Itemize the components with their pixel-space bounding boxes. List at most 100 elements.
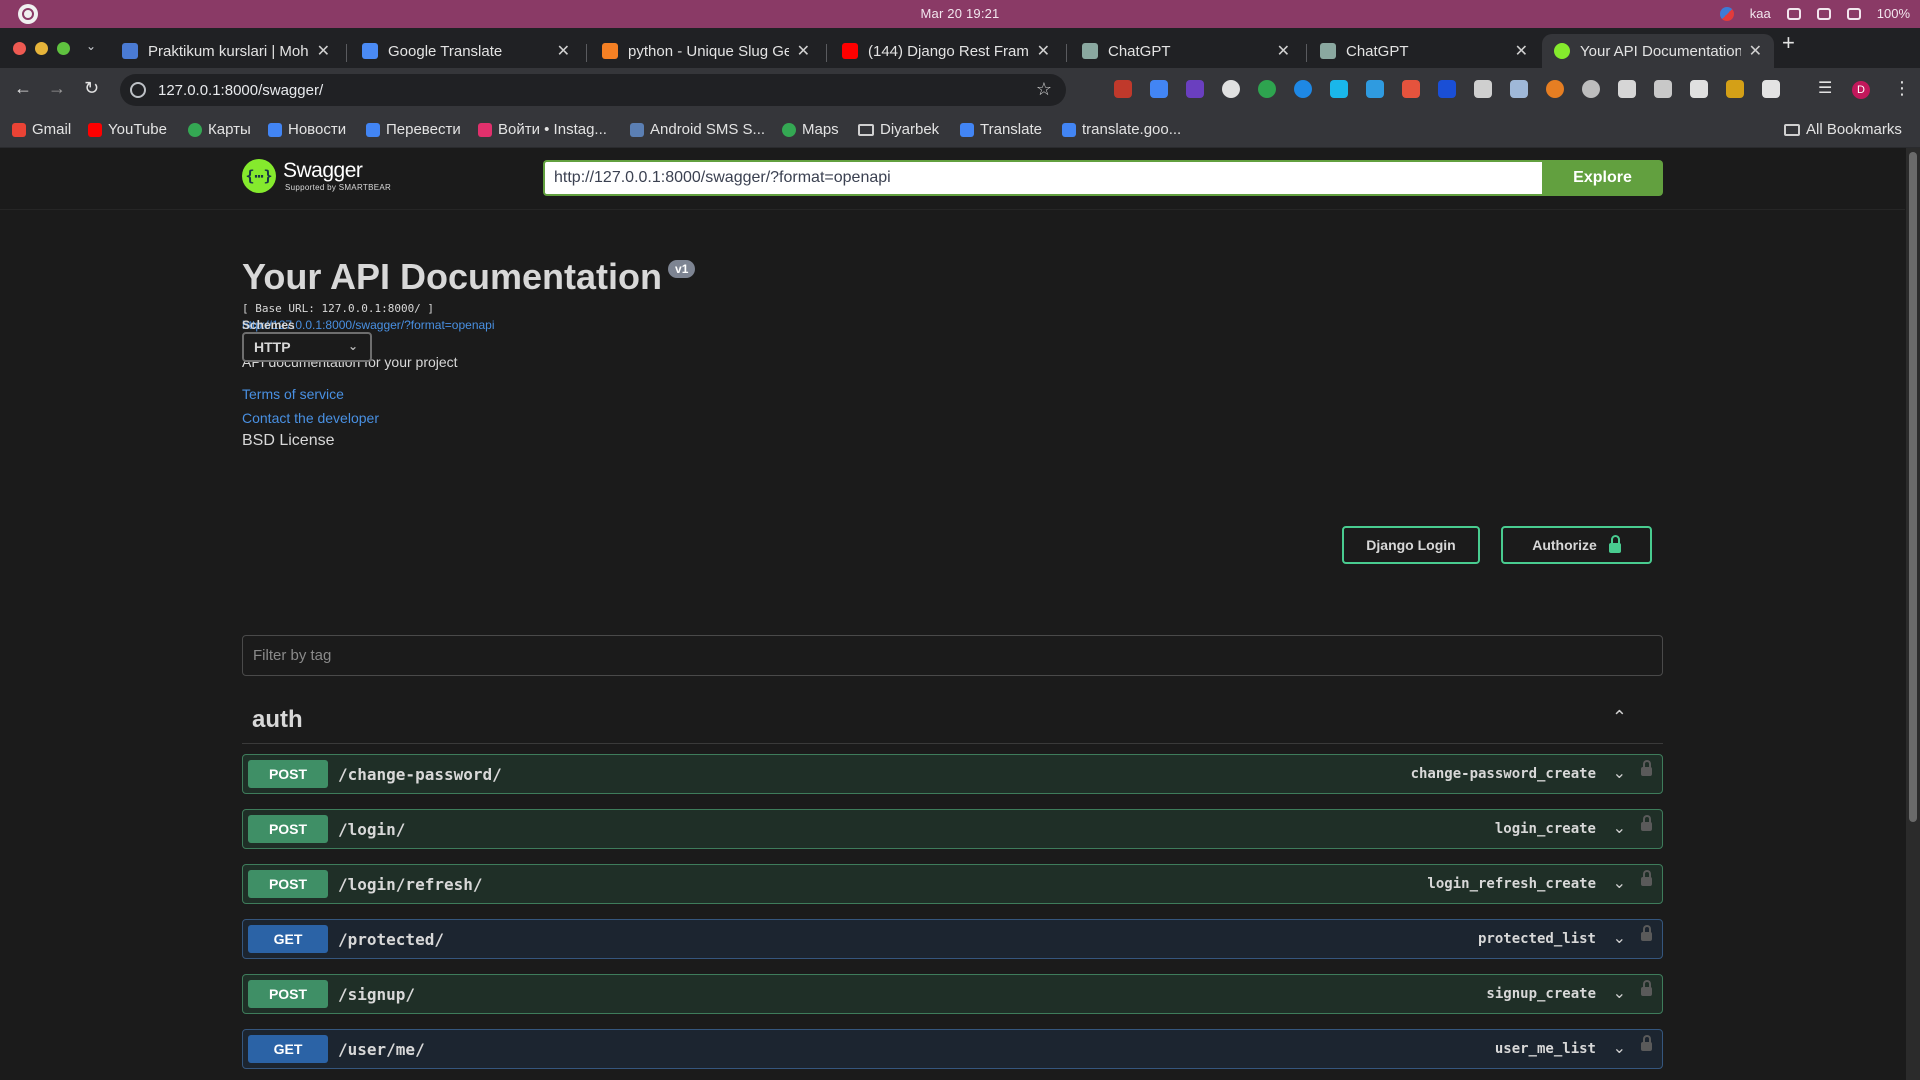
window-maximize-button[interactable]: [57, 42, 70, 55]
os-user[interactable]: kaa: [1750, 6, 1771, 21]
tab-search-chevron-icon[interactable]: ⌄: [86, 39, 96, 53]
chevron-down-icon[interactable]: ⌄: [1613, 1038, 1626, 1058]
os-clock[interactable]: Mar 20 19:21: [0, 6, 1920, 21]
back-arrow-icon[interactable]: ←: [14, 78, 32, 99]
authorize-button[interactable]: Authorize: [1501, 526, 1652, 564]
lock-icon[interactable]: [1641, 1035, 1652, 1051]
bookmark-translate-ru[interactable]: Перевести: [366, 121, 461, 138]
tag-auth-header[interactable]: auth ⌃: [242, 694, 1663, 744]
browser-tab[interactable]: (144) Django Rest Frame ✕: [830, 34, 1062, 68]
bookmark-maps[interactable]: Maps: [782, 121, 839, 138]
operation-row[interactable]: POST /signup/ signup_create ⌄: [242, 974, 1663, 1014]
address-bar[interactable]: 127.0.0.1:8000/swagger/ ☆: [120, 74, 1066, 106]
down-extension-icon[interactable]: [1474, 80, 1492, 98]
browser-tab[interactable]: Praktikum kurslari | Moh ✕: [110, 34, 342, 68]
bookmark-android-sms[interactable]: Android SMS S...: [630, 121, 765, 138]
filter-by-tag-input[interactable]: Filter by tag: [242, 635, 1663, 676]
schemes-select[interactable]: HTTP ⌄: [242, 332, 372, 362]
browser-tab-active[interactable]: Your API Documentation ✕: [1542, 34, 1774, 68]
wheel-extension-icon[interactable]: [1546, 80, 1564, 98]
operation-row[interactable]: POST /login/refresh/ login_refresh_creat…: [242, 864, 1663, 904]
forward-arrow-icon[interactable]: →: [48, 78, 66, 99]
swagger-logo[interactable]: {⋯} Swagger Supported by SMARTBEAR: [242, 159, 391, 193]
guard-extension-icon[interactable]: [1618, 80, 1636, 98]
translate-extension-icon[interactable]: [1150, 80, 1168, 98]
bookmark-gmail[interactable]: Gmail: [12, 121, 71, 138]
chevron-down-icon[interactable]: ⌄: [1613, 873, 1626, 893]
operation-row[interactable]: POST /change-password/ change-password_c…: [242, 754, 1663, 794]
window-close-button[interactable]: [13, 42, 26, 55]
window-minimize-button[interactable]: [35, 42, 48, 55]
explore-button[interactable]: Explore: [1542, 160, 1663, 196]
chevron-down-icon[interactable]: ⌄: [1613, 983, 1626, 1003]
tab-close-icon[interactable]: ✕: [1037, 41, 1050, 61]
tab-close-icon[interactable]: ✕: [557, 41, 570, 61]
download-extension-icon[interactable]: [1294, 80, 1312, 98]
app-indicator-icon[interactable]: [1719, 6, 1734, 21]
os-status-area[interactable]: kaa 100%: [1719, 6, 1910, 21]
lock-icon[interactable]: [1641, 980, 1652, 996]
code-extension-icon[interactable]: [1402, 80, 1420, 98]
bookmark-instagram[interactable]: Войти • Instag...: [478, 121, 607, 138]
robot-extension-icon[interactable]: [1510, 80, 1528, 98]
globe-extension-icon[interactable]: [1582, 80, 1600, 98]
glasses-extension-icon[interactable]: [1654, 80, 1672, 98]
chevron-up-icon[interactable]: ⌃: [1612, 707, 1627, 728]
page-scrollbar[interactable]: [1906, 148, 1920, 1080]
chevron-down-icon[interactable]: ⌄: [1613, 763, 1626, 783]
bookmark-translate[interactable]: Translate: [960, 121, 1042, 138]
terms-of-service-link[interactable]: Terms of service: [242, 386, 695, 402]
chevron-down-icon[interactable]: ⌄: [1613, 928, 1626, 948]
django-login-button[interactable]: Django Login: [1342, 526, 1480, 564]
scrollbar-thumb[interactable]: [1909, 152, 1917, 822]
lock-icon[interactable]: [1641, 815, 1652, 831]
bookmark-translate-google[interactable]: translate.goo...: [1062, 121, 1181, 138]
counter-extension-icon[interactable]: [1186, 80, 1204, 98]
lock-icon[interactable]: [1641, 925, 1652, 941]
bookmark-maps-ru[interactable]: Карты: [188, 121, 251, 138]
contact-developer-link[interactable]: Contact the developer: [242, 410, 695, 426]
tab-close-icon[interactable]: ✕: [797, 41, 810, 61]
paw-extension-icon[interactable]: [1222, 80, 1240, 98]
all-bookmarks[interactable]: All Bookmarks: [1784, 121, 1902, 138]
bookmark-star-icon[interactable]: ☆: [1036, 79, 1052, 100]
lock-icon[interactable]: [1641, 870, 1652, 886]
browser-menu-icon[interactable]: ⋮: [1893, 78, 1911, 99]
bookmark-youtube[interactable]: YouTube: [88, 121, 167, 138]
site-info-icon[interactable]: [130, 82, 146, 98]
bookmark-folder-diyarbek[interactable]: Diyarbek: [858, 121, 939, 138]
wifi-icon[interactable]: [1786, 7, 1801, 20]
operation-row[interactable]: GET /protected/ protected_list ⌄: [242, 919, 1663, 959]
volume-icon[interactable]: [1816, 7, 1831, 20]
bookmark-news[interactable]: Новости: [268, 121, 346, 138]
tab-close-icon[interactable]: ✕: [317, 41, 330, 61]
s-extension-icon[interactable]: [1366, 80, 1384, 98]
chevron-down-icon[interactable]: ⌄: [1613, 818, 1626, 838]
tab-close-icon[interactable]: ✕: [1277, 41, 1290, 61]
shield-extension-icon[interactable]: [1438, 80, 1456, 98]
pdf-extension-icon[interactable]: [1114, 80, 1132, 98]
reading-list-icon[interactable]: ☰: [1818, 78, 1832, 98]
operation-row[interactable]: POST /login/ login_create ⌄: [242, 809, 1663, 849]
profile-avatar[interactable]: D: [1852, 81, 1870, 99]
lock-icon[interactable]: [1641, 760, 1652, 776]
spec-url-input[interactable]: http://127.0.0.1:8000/swagger/?format=op…: [543, 160, 1542, 196]
card-extension-icon[interactable]: [1690, 80, 1708, 98]
address-url[interactable]: 127.0.0.1:8000/swagger/: [158, 82, 323, 99]
reload-icon[interactable]: ↻: [84, 78, 99, 99]
bookmark-label: Translate: [980, 121, 1042, 138]
battery-icon[interactable]: [1846, 7, 1861, 20]
operation-row[interactable]: GET /user/me/ user_me_list ⌄: [242, 1029, 1663, 1069]
browser-tab[interactable]: ChatGPT ✕: [1308, 34, 1540, 68]
new-tab-plus-icon[interactable]: +: [1782, 30, 1795, 56]
puzzle-extensions-icon[interactable]: [1762, 80, 1780, 98]
browser-tab[interactable]: ChatGPT ✕: [1070, 34, 1302, 68]
browser-tab[interactable]: python - Unique Slug Ge ✕: [590, 34, 822, 68]
tab-close-icon[interactable]: ✕: [1749, 41, 1762, 61]
vimeo-extension-icon[interactable]: [1330, 80, 1348, 98]
mf-extension-icon[interactable]: [1726, 80, 1744, 98]
check-extension-icon[interactable]: [1258, 80, 1276, 98]
tab-close-icon[interactable]: ✕: [1515, 41, 1528, 61]
browser-tab[interactable]: Google Translate ✕: [350, 34, 582, 68]
spec-link[interactable]: http://127.0.0.1:8000/swagger/?format=op…: [242, 318, 695, 332]
